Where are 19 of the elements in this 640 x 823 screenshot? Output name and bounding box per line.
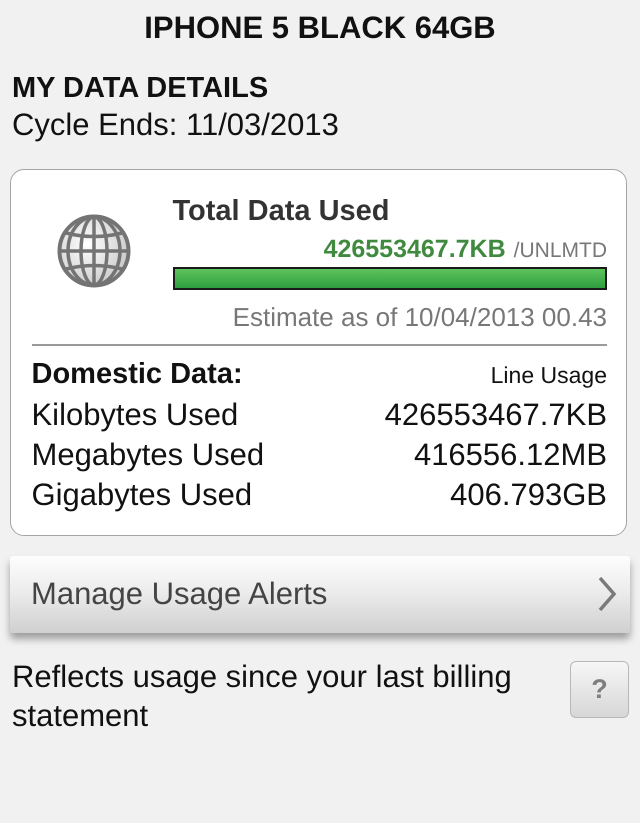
chevron-right-icon (597, 576, 617, 612)
card-title: Total Data Used (172, 194, 390, 228)
manage-usage-alerts-button[interactable]: Manage Usage Alerts (10, 556, 630, 632)
usage-row-label: Gigabytes Used (32, 476, 252, 514)
cycle-end-date: Cycle Ends: 11/03/2013 (12, 107, 339, 143)
data-limit: /UNLMTD (514, 238, 607, 264)
column-label: Line Usage (490, 360, 607, 390)
device-title: IPHONE 5 BLACK 64GB (144, 10, 496, 46)
usage-note: Reflects usage since your last billing statement (12, 658, 513, 734)
breakdown-heading: Domestic Data: (32, 356, 243, 390)
globe-icon (56, 214, 130, 288)
usage-row-label: Kilobytes Used (32, 396, 238, 434)
usage-row-value: 416556.12MB (414, 436, 607, 474)
usage-row-label: Megabytes Used (32, 436, 264, 474)
usage-row-value: 426553467.7KB (384, 396, 607, 434)
usage-row-value: 406.793GB (450, 476, 607, 514)
estimate-timestamp: Estimate as of 10/04/2013 00.43 (232, 302, 607, 332)
total-used-amount: 426553467.7KB (324, 234, 506, 264)
section-heading: MY DATA DETAILS (12, 71, 268, 105)
